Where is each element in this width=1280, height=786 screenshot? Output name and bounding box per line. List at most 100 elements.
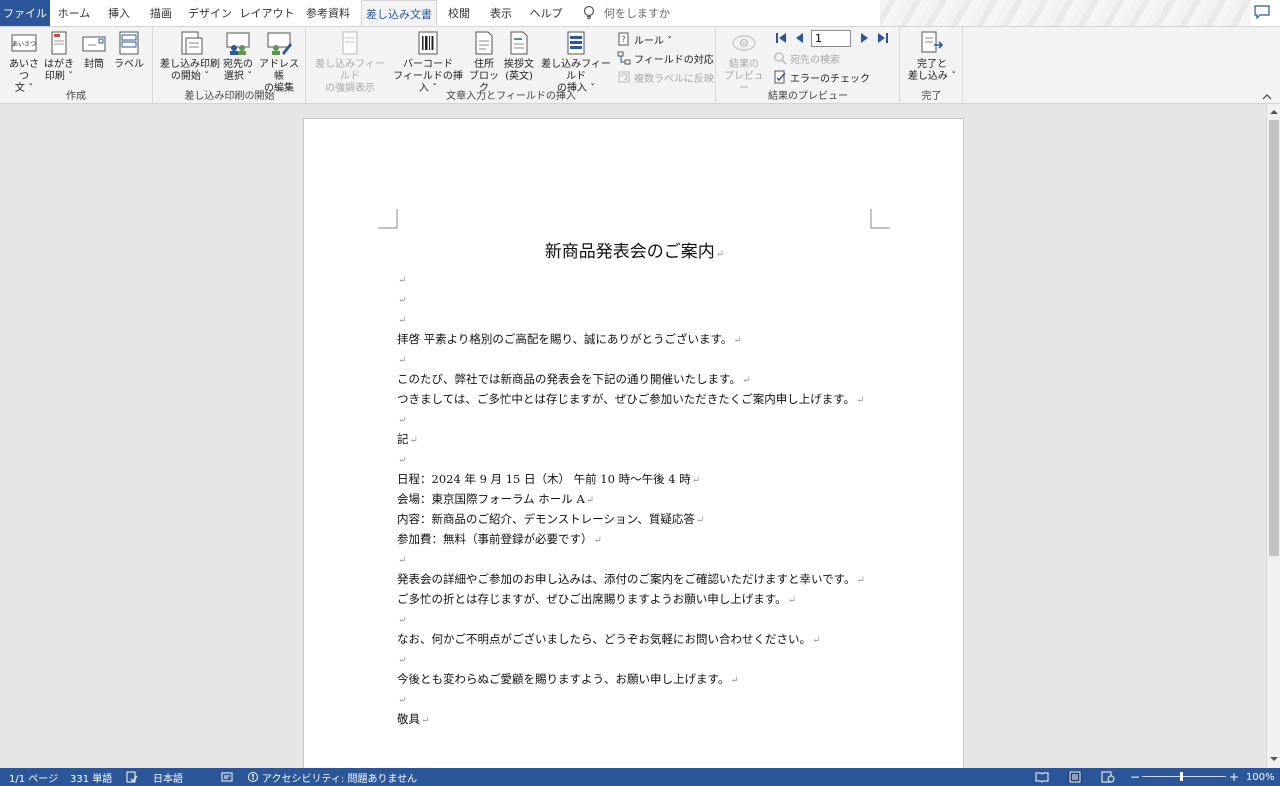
labels-label: ラベル [114,59,144,70]
accessibility-status[interactable]: アクセシビリティ: 問題ありません [247,768,417,786]
recipients-label-1: 宛先の [223,59,253,70]
labels-icon [119,31,139,55]
barcode-icon [418,31,438,55]
paragraph-mark: ↵ [421,715,430,726]
greeting-line-icon [510,31,528,55]
group-preview-results: ABC 結果の プレビュー 宛先の検索 エラーのチェック 結果のプレビュー [717,27,900,104]
match-fields-button[interactable]: フィールドの対応 [617,49,714,67]
check-errors-button[interactable]: エラーのチェック [773,68,870,86]
paragraph-mark: ↵ [691,475,701,486]
paragraph-text: ご多忙の折とは存じますが、ぜひご出席賜りますようお願い申し上げます。 [397,592,787,606]
print-layout-icon[interactable] [1068,771,1082,783]
envelope-button[interactable]: 封筒 [78,29,110,71]
paragraph-text: 会場：東京国際フォーラム ホール A [397,492,585,506]
update-labels-button[interactable]: 複数ラベルに反映 [617,68,714,86]
zoom-in-button[interactable]: + [1229,768,1239,786]
finish-merge-button[interactable]: 完了と 差し込み ˇ [905,29,959,83]
paragraph-mark: ↵ [398,315,407,326]
scrollbar-thumb[interactable] [1269,120,1279,556]
highlight-fields-icon [342,31,358,55]
crop-mark-top-right [870,209,890,229]
greeting-line-label-1: 挨拶文 [504,59,534,70]
proofing-icon [126,771,138,783]
group-create: あいさつ あいさつ 文 ˇ はがき 印刷 ˇ 封筒 ラベル 作成 [0,27,153,104]
first-record-icon[interactable] [775,32,787,44]
vertical-scrollbar[interactable] [1266,104,1280,768]
paragraph-mark: ↵ [398,295,407,306]
address-block-icon [475,31,493,55]
recipients-label-2: 選択 ˇ [223,71,253,82]
address-block-button[interactable]: 住所 ブロック [467,29,501,95]
insert-merge-field-button[interactable]: 差し込みフィールド の挿入 ˇ [537,29,615,95]
tab-1[interactable]: 挿入 [99,0,139,26]
start-mail-merge-button[interactable]: 差し込み印刷 の開始 ˇ [160,29,220,83]
language[interactable]: 日本語 [153,768,183,786]
greeting-label-1: あいさつ [9,59,39,82]
lightbulb-icon [583,5,595,20]
edit-recipients-label-1: アドレス帳 [259,59,299,82]
preview-results-icon: ABC [732,35,756,51]
status-bar: 1/1 ページ 331 単語 日本語 アクセシビリティ: 問題ありません − +… [0,768,1280,786]
preview-results-button[interactable]: ABC 結果の プレビュー [721,29,767,95]
scroll-up-icon[interactable] [1269,107,1279,117]
record-number-input[interactable] [811,30,851,47]
paragraph: 内容：新商品のご紹介、デモンストレーション、質疑応答↵ [397,509,704,529]
paragraph-mark: ↵ [733,335,742,346]
greeting-letter-button[interactable]: あいさつ あいさつ 文 ˇ [6,29,42,95]
paragraph: 拝啓 平素より格別のご高配を賜り、誠にありがとうございます。↵ [397,329,742,349]
page-count[interactable]: 1/1 ページ [9,768,58,786]
zoom-out-button[interactable]: − [1130,768,1140,786]
highlight-merge-fields-button[interactable]: 差し込みフィールド の強調表示 [311,29,389,95]
tab-8[interactable]: 表示 [481,0,521,26]
tab-7[interactable]: 校閲 [439,0,479,26]
zoom-level[interactable]: 100% [1246,768,1275,786]
comment-icon[interactable] [1254,5,1270,19]
edit-recipient-list-button[interactable]: アドレス帳 の編集 [256,29,302,95]
paragraph: ↵ [397,689,406,709]
tab-3[interactable]: デザイン [183,0,237,26]
word-count[interactable]: 331 単語 [70,768,112,786]
tab-file[interactable]: ファイル [0,0,50,26]
next-record-icon[interactable] [858,32,870,44]
edit-recipients-icon [267,32,292,55]
match-fields-label: フィールドの対応 [634,54,714,66]
greeting-line-button[interactable]: 挨拶文 (英文) [501,29,537,83]
tab-6[interactable]: 差し込み文書 [361,0,437,27]
zoom-slider[interactable] [1142,776,1226,777]
paragraph: つきましては、ご多忙中とは存じますが、ぜひご参加いただきたくご案内申し上げます。… [397,389,864,409]
tab-4[interactable]: レイアウト [239,0,295,26]
find-recipient-button[interactable]: 宛先の検索 [773,49,840,67]
document-page[interactable]: 新商品発表会のご案内↵ ↵ ↵ ↵ 拝啓 平素より格別のご高配を賜り、誠にありがとうご… [303,118,964,768]
update-labels-label: 複数ラベルに反映 [634,73,714,85]
previous-record-icon[interactable] [794,32,806,44]
tab-0[interactable]: ホーム [51,0,97,26]
web-layout-icon[interactable] [1101,771,1115,783]
tell-me-search[interactable]: 何をしますか [582,0,670,26]
scroll-down-icon[interactable] [1269,754,1279,764]
rules-button[interactable]: ? ルール ˇ [617,30,672,48]
select-recipients-button[interactable]: 宛先の 選択 ˇ [220,29,256,83]
match-fields-icon [617,51,631,65]
tab-9[interactable]: ヘルプ [523,0,569,26]
paragraph-mark: ↵ [398,275,407,286]
paragraph-mark: ↵ [398,415,407,426]
rules-label: ルール ˇ [634,35,673,47]
paragraph-mark: ↵ [398,555,407,566]
labels-button[interactable]: ラベル [112,29,146,71]
proofing-status[interactable] [126,768,141,786]
paragraph: ↵ [397,649,406,669]
zoom-slider-thumb[interactable] [1180,772,1183,781]
tab-2[interactable]: 描画 [141,0,181,26]
tab-5[interactable]: 参考資料 [297,0,359,26]
insert-barcode-field-button[interactable]: バーコード フィールドの挿入 ˇ [391,29,465,95]
postcard-print-button[interactable]: はがき 印刷 ˇ [42,29,76,83]
merge-field-icon [567,31,585,55]
paragraph: ↵ [397,269,406,289]
group-write-insert-fields: 差し込みフィールド の強調表示 バーコード フィールドの挿入 ˇ 住所 ブロック… [307,27,716,104]
read-mode-icon[interactable] [1035,771,1049,783]
macro-recording[interactable] [221,768,236,786]
last-record-icon[interactable] [877,32,889,44]
start-merge-label-2: の開始 ˇ [170,71,210,82]
paragraph-text: 発表会の詳細やご参加のお申し込みは、添付のご案内をご確認いただけますと幸いです。 [397,572,856,586]
collapse-ribbon-icon[interactable] [1262,94,1272,100]
